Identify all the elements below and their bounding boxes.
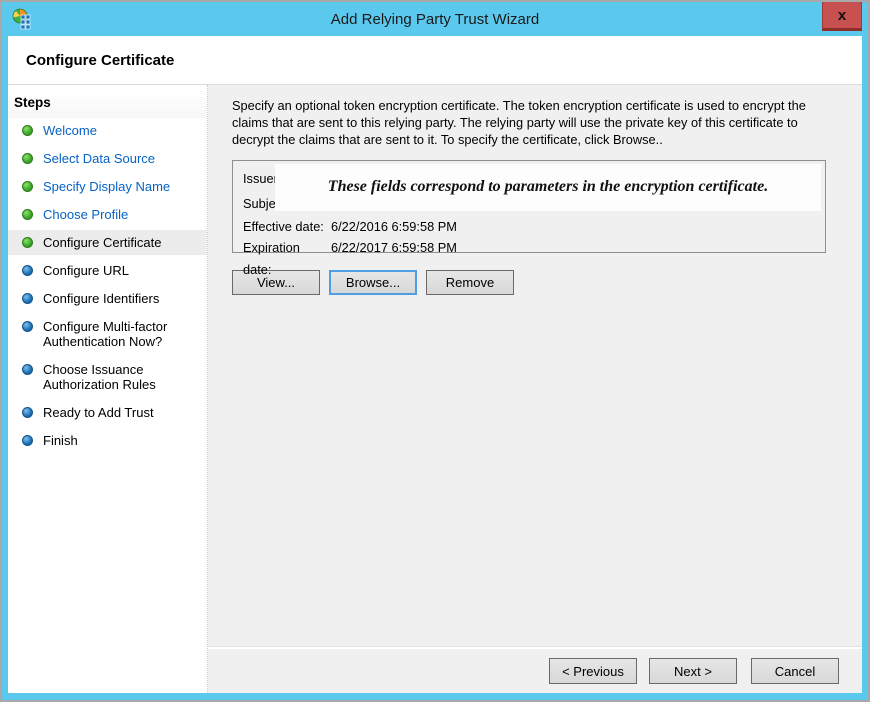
sidebar-item-configure-url: Configure URL	[8, 258, 207, 283]
wizard-footer: < Previous Next > Cancel	[208, 647, 862, 693]
next-button[interactable]: Next >	[649, 658, 737, 684]
sidebar-item-welcome[interactable]: Welcome	[8, 118, 207, 143]
sidebar-item-select-data-source[interactable]: Select Data Source	[8, 146, 207, 171]
certificate-details-box: Issuer: Subject: Effective date: 6/22/20…	[232, 160, 826, 253]
annotation-note: These fields correspond to parameters in…	[275, 164, 821, 211]
step-label: Configure Certificate	[43, 235, 162, 250]
page-header: Configure Certificate	[8, 36, 862, 85]
sidebar-item-specify-display-name[interactable]: Specify Display Name	[8, 174, 207, 199]
content-area: Specify an optional token encryption cer…	[208, 85, 862, 647]
cancel-button[interactable]: Cancel	[751, 658, 839, 684]
sidebar-item-choose-issuance-rules: Choose Issuance Authorization Rules	[8, 357, 207, 397]
adfs-app-icon	[11, 8, 33, 30]
close-button[interactable]: x	[822, 2, 862, 31]
window-title: Add Relying Party Trust Wizard	[2, 2, 868, 36]
step-label: Finish	[43, 433, 78, 448]
sidebar-item-choose-profile[interactable]: Choose Profile	[8, 202, 207, 227]
step-status-icon	[22, 265, 33, 276]
step-description: Specify an optional token encryption cer…	[232, 98, 836, 149]
main-pane: Specify an optional token encryption cer…	[208, 85, 862, 693]
sidebar-item-configure-certificate[interactable]: Configure Certificate	[8, 230, 207, 255]
step-status-icon	[22, 293, 33, 304]
body-row: Steps Welcome Select Data Source Specify…	[8, 85, 862, 693]
screen: Add Relying Party Trust Wizard x Configu…	[0, 0, 870, 702]
step-label: Specify Display Name	[43, 179, 170, 194]
steps-header: Steps	[8, 92, 207, 118]
step-label: Welcome	[43, 123, 97, 138]
sidebar-item-configure-identifiers: Configure Identifiers	[8, 286, 207, 311]
step-status-icon	[22, 321, 33, 332]
step-label: Select Data Source	[43, 151, 155, 166]
step-status-icon	[22, 181, 33, 192]
page-title: Configure Certificate	[26, 52, 174, 69]
cert-field-label: Expiration date:	[243, 237, 331, 280]
step-label: Ready to Add Trust	[43, 405, 154, 420]
step-status-icon	[22, 237, 33, 248]
sidebar-item-configure-mfa: Configure Multi-factor Authentication No…	[8, 314, 207, 354]
step-status-icon	[22, 407, 33, 418]
step-status-icon	[22, 153, 33, 164]
close-icon: x	[838, 7, 846, 24]
sidebar-item-finish: Finish	[8, 428, 207, 453]
cert-field-effective-date: Effective date: 6/22/2016 6:59:58 PM	[243, 216, 815, 238]
step-label: Choose Profile	[43, 207, 128, 222]
step-label: Configure Multi-factor Authentication No…	[43, 319, 195, 349]
step-label: Configure URL	[43, 263, 129, 278]
previous-button[interactable]: < Previous	[549, 658, 637, 684]
cert-field-label: Effective date:	[243, 216, 331, 238]
step-status-icon	[22, 125, 33, 136]
cert-field-expiration-date: Expiration date: 6/22/2017 6:59:58 PM	[243, 237, 815, 280]
cert-field-value: 6/22/2017 6:59:58 PM	[331, 237, 457, 280]
step-status-icon	[22, 435, 33, 446]
sidebar-item-ready-to-add-trust: Ready to Add Trust	[8, 400, 207, 425]
step-label: Configure Identifiers	[43, 291, 159, 306]
step-status-icon	[22, 364, 33, 375]
step-status-icon	[22, 209, 33, 220]
step-label: Choose Issuance Authorization Rules	[43, 362, 195, 392]
wizard-window: Add Relying Party Trust Wizard x Configu…	[2, 2, 868, 700]
window-body: Configure Certificate Steps Welcome Sele…	[8, 36, 862, 693]
cert-field-value: 6/22/2016 6:59:58 PM	[331, 216, 457, 238]
steps-sidebar: Steps Welcome Select Data Source Specify…	[8, 85, 208, 693]
titlebar: Add Relying Party Trust Wizard x	[2, 2, 868, 36]
